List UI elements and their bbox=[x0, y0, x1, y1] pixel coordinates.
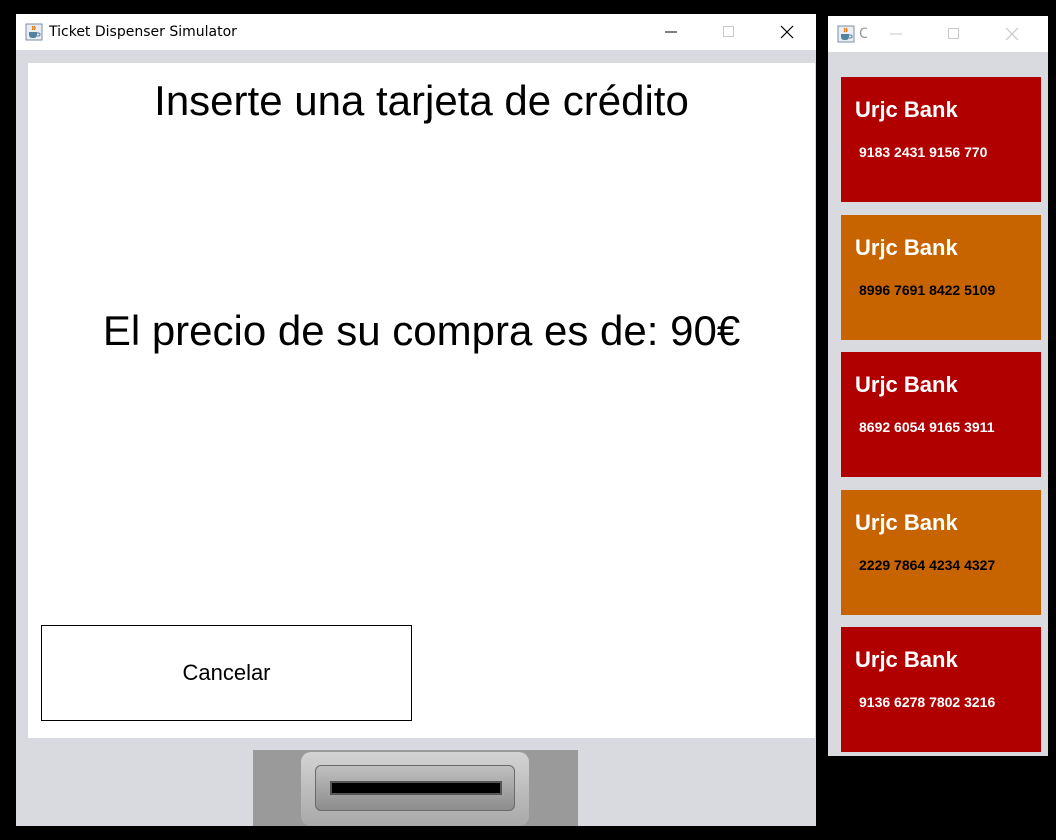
credit-cards-window: C Urjc Bank 9183 2431 9156 770 Urjc Bank… bbox=[828, 16, 1048, 756]
close-icon bbox=[1005, 27, 1019, 41]
minimize-icon bbox=[665, 31, 677, 33]
maximize-icon bbox=[948, 28, 959, 39]
maximize-icon bbox=[723, 26, 734, 37]
cancel-button[interactable]: Cancelar bbox=[41, 625, 412, 721]
insert-card-prompt: Inserte una tarjeta de crédito bbox=[154, 77, 689, 124]
content-panel: Inserte una tarjeta de crédito El precio… bbox=[28, 63, 815, 738]
cards-title-bar[interactable]: C bbox=[828, 16, 1048, 52]
card-slot-icon[interactable] bbox=[253, 750, 578, 826]
card-bank-name: Urjc Bank bbox=[855, 372, 958, 397]
credit-card[interactable]: Urjc Bank 8692 6054 9165 3911 bbox=[841, 352, 1041, 477]
card-number: 8692 6054 9165 3911 bbox=[859, 419, 995, 435]
card-number: 2229 7864 4234 4327 bbox=[859, 557, 996, 573]
card-number: 8996 7691 8422 5109 bbox=[859, 282, 996, 298]
card-bank-name: Urjc Bank bbox=[855, 97, 958, 122]
minimize-button[interactable] bbox=[642, 14, 700, 50]
card-bank-name: Urjc Bank bbox=[855, 647, 958, 672]
card-number: 9183 2431 9156 770 bbox=[859, 144, 988, 160]
credit-card[interactable]: Urjc Bank 9136 6278 7802 3216 bbox=[841, 627, 1041, 752]
java-coffee-cup-icon bbox=[837, 25, 855, 43]
title-bar[interactable]: Ticket Dispenser Simulator bbox=[16, 14, 816, 50]
close-icon bbox=[780, 25, 794, 39]
card-bank-name: Urjc Bank bbox=[855, 235, 958, 260]
close-button[interactable] bbox=[758, 14, 816, 50]
ticket-dispenser-window: Ticket Dispenser Simulator Inserte una t… bbox=[16, 14, 816, 826]
credit-card[interactable]: Urjc Bank 9183 2431 9156 770 bbox=[841, 77, 1041, 202]
close-button[interactable] bbox=[983, 16, 1041, 52]
maximize-button[interactable] bbox=[925, 16, 983, 52]
minimize-icon bbox=[890, 33, 902, 35]
maximize-button[interactable] bbox=[700, 14, 758, 50]
credit-card[interactable]: Urjc Bank 2229 7864 4234 4327 bbox=[841, 490, 1041, 615]
purchase-price-text: El precio de su compra es de: 90€ bbox=[102, 307, 741, 354]
java-coffee-cup-icon bbox=[25, 23, 43, 41]
minimize-button[interactable] bbox=[867, 16, 925, 52]
window-title: Ticket Dispenser Simulator bbox=[49, 24, 237, 40]
card-number: 9136 6278 7802 3216 bbox=[859, 694, 996, 710]
credit-card[interactable]: Urjc Bank 8996 7691 8422 5109 bbox=[841, 215, 1041, 340]
cards-window-title: C bbox=[859, 26, 867, 42]
card-bank-name: Urjc Bank bbox=[855, 510, 958, 535]
